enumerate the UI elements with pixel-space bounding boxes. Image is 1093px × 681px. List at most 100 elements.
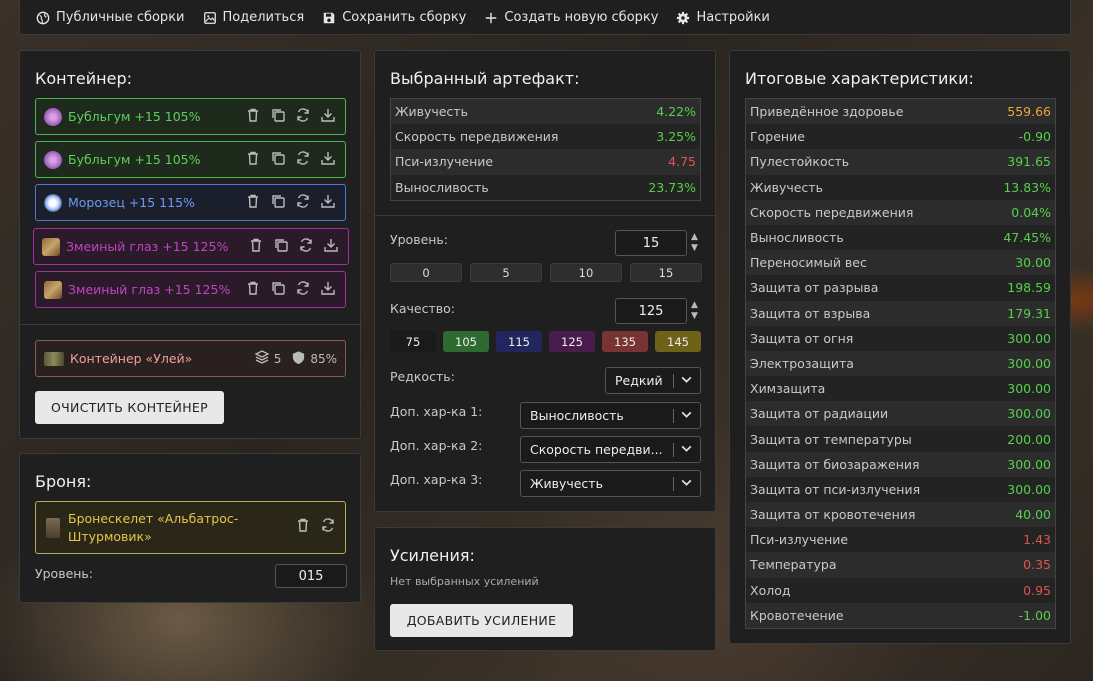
extra2-select[interactable]: Скорость передви... [520, 436, 701, 463]
chevron-up-icon[interactable]: ▲ [691, 232, 698, 243]
settings-link[interactable]: Настройки [676, 10, 770, 25]
container-artifact-row[interactable]: Морозец +15 115% [35, 184, 346, 221]
level-preset-button[interactable]: 10 [550, 263, 622, 282]
copy-icon[interactable] [270, 280, 286, 299]
download-icon[interactable] [320, 280, 336, 299]
stat-row: Выносливость 47.45% [746, 224, 1055, 251]
stat-value: 179.31 [1007, 305, 1051, 321]
snake-eye-artifact-icon [44, 280, 62, 299]
copy-icon[interactable] [270, 193, 286, 212]
level-input[interactable]: 15 [615, 230, 687, 256]
stat-row: Пулестойкость 391.65 [746, 149, 1055, 175]
stat-value: 47.45% [1003, 230, 1051, 246]
container-artifact-row[interactable]: Змеиный глаз +15 125% [33, 228, 349, 265]
gear-icon [676, 11, 690, 25]
trash-icon[interactable] [245, 280, 261, 299]
trash-icon[interactable] [245, 150, 261, 169]
trash-icon[interactable] [248, 237, 264, 256]
stat-row: Скорость передвижения 3.25% [391, 124, 700, 150]
stat-name: Защита от температуры [750, 431, 912, 447]
swap-icon[interactable] [295, 193, 311, 212]
boosts-empty-text: Нет выбранных усилений [390, 575, 539, 588]
armor-level-input[interactable]: 015 [275, 564, 347, 588]
swap-icon[interactable] [320, 517, 336, 538]
copy-icon[interactable] [273, 237, 289, 256]
quality-preset-button[interactable]: 125 [549, 331, 595, 352]
stat-name: Защита от биозаражения [750, 456, 920, 472]
stat-row: Выносливость 23.73% [391, 174, 700, 200]
stat-row: Живучесть 13.83% [746, 174, 1055, 200]
clear-container-button[interactable]: ОЧИСТИТЬ КОНТЕЙНЕР [35, 391, 224, 424]
stat-name: Приведённое здоровье [750, 104, 904, 120]
armor-name-line1: Бронескелет «Альбатрос- [68, 510, 239, 526]
armor-item[interactable]: Бронескелет «Альбатрос- Штурмовик» [35, 501, 346, 554]
trash-icon[interactable] [245, 193, 261, 212]
add-boost-button[interactable]: ДОБАВИТЬ УСИЛЕНИЕ [390, 604, 573, 637]
globe-icon [36, 11, 50, 25]
frost-artifact-icon [44, 193, 62, 212]
quality-preset-button[interactable]: 135 [602, 331, 648, 352]
stat-value: 300.00 [1007, 330, 1051, 346]
extra1-select[interactable]: Выносливость [520, 402, 701, 429]
quality-label: Качество: [390, 301, 455, 316]
copy-icon[interactable] [270, 150, 286, 169]
quality-preset-button[interactable]: 75 [390, 331, 436, 352]
stat-name: Холод [750, 582, 791, 598]
share-link[interactable]: Поделиться [203, 10, 304, 25]
container-title: Контейнер: [35, 69, 133, 88]
download-icon[interactable] [320, 150, 336, 169]
stat-name: Живучесть [750, 179, 823, 195]
boosts-title: Усиления: [390, 546, 475, 565]
stat-row: Защита от радиации 300.00 [746, 401, 1055, 427]
stat-value: 1.43 [1023, 532, 1051, 548]
swap-icon[interactable] [295, 280, 311, 299]
quality-input[interactable]: 125 [615, 298, 687, 324]
chevron-up-icon[interactable]: ▲ [691, 300, 698, 311]
stat-value: 0.35 [1023, 557, 1051, 573]
quality-preset-button[interactable]: 105 [443, 331, 489, 352]
download-icon[interactable] [323, 237, 339, 256]
stat-value: 13.83% [1003, 179, 1051, 195]
stat-name: Защита от взрыва [750, 305, 871, 321]
swap-icon[interactable] [295, 107, 311, 126]
swap-icon[interactable] [298, 237, 314, 256]
trash-icon[interactable] [295, 517, 311, 538]
download-icon[interactable] [320, 193, 336, 212]
level-preset-button[interactable]: 15 [630, 263, 702, 282]
download-icon[interactable] [320, 107, 336, 126]
container-artifact-row[interactable]: Бубльгум +15 105% [35, 141, 346, 178]
quality-preset-button[interactable]: 145 [655, 331, 701, 352]
level-preset-button[interactable]: 0 [390, 263, 462, 282]
exoskeleton-armor-icon [46, 517, 60, 538]
totals-stats-table: Приведённое здоровье 559.66 Горение -0.90 Пу… [745, 98, 1056, 629]
rarity-select[interactable]: Редкий [605, 367, 701, 394]
create-build-link[interactable]: Создать новую сборку [484, 10, 658, 25]
save-build-link[interactable]: Сохранить сборку [322, 10, 466, 25]
chevron-down-icon [681, 411, 692, 418]
stat-value: 40.00 [1015, 507, 1051, 523]
public-builds-link[interactable]: Публичные сборки [36, 10, 185, 25]
stat-row: Защита от взрыва 179.31 [746, 300, 1055, 326]
level-preset-button[interactable]: 5 [470, 263, 542, 282]
container-artifact-row[interactable]: Змеиный глаз +15 125% [35, 271, 346, 308]
stat-row: Защита от температуры 200.00 [746, 426, 1055, 452]
level-presets: 0 5 10 15 [390, 263, 702, 282]
container-item[interactable]: Контейнер «Улей» 5 85% [35, 340, 346, 377]
layers-icon [254, 349, 270, 368]
artifact-stats-table: Живучесть 4.22% Скорость передвижения 3.25… [390, 98, 701, 201]
quality-preset-button[interactable]: 115 [496, 331, 542, 352]
chevron-down-icon[interactable]: ▼ [691, 311, 698, 322]
bubblegum-artifact-icon [44, 150, 62, 169]
swap-icon[interactable] [295, 150, 311, 169]
stat-row: Горение -0.90 [746, 124, 1055, 150]
copy-icon[interactable] [270, 107, 286, 126]
stat-row: Температура 0.35 [746, 552, 1055, 578]
trash-icon[interactable] [245, 107, 261, 126]
container-artifact-row[interactable]: Бубльгум +15 105% [35, 98, 346, 135]
totals-panel: Итоговые характеристики: Приведённое здо… [729, 50, 1071, 644]
stat-row: Химзащита 300.00 [746, 376, 1055, 402]
plus-icon [484, 11, 498, 25]
chevron-down-icon[interactable]: ▼ [691, 243, 698, 254]
extra3-select[interactable]: Живучесть [520, 470, 701, 497]
chevron-down-icon [681, 376, 692, 383]
